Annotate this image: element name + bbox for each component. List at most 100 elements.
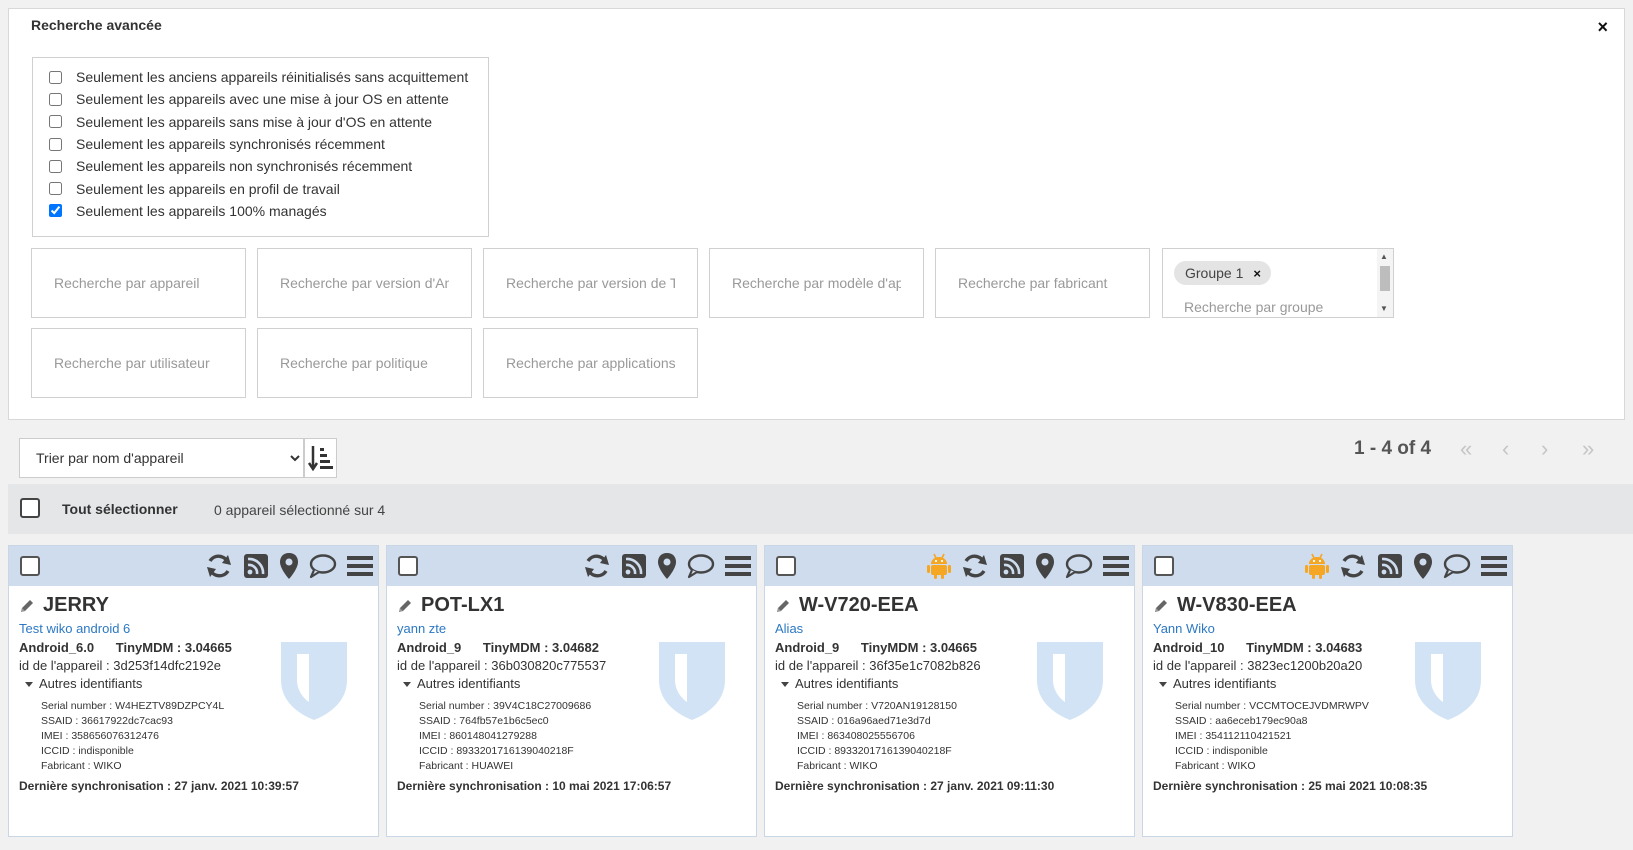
search-group-field[interactable]: Groupe 1 × ▲ ▼ xyxy=(1162,248,1394,318)
select-all-bar: Tout sélectionner 0 appareil sélectionné… xyxy=(8,484,1633,534)
device-title: W-V830-EEA xyxy=(1153,594,1297,617)
device-card: W-V720-EEA Alias Android_9 TinyMDM : 3.0… xyxy=(764,545,1135,837)
edit-pencil-icon[interactable] xyxy=(19,598,35,614)
imei: IMEI : 860148041279288 xyxy=(419,730,537,742)
filter-row-work-profile[interactable]: Seulement les appareils en profil de tra… xyxy=(49,177,488,199)
selection-count: 0 appareil sélectionné sur 4 xyxy=(214,502,386,518)
sync-icon[interactable] xyxy=(204,552,234,580)
other-identifiers-toggle[interactable]: Autres identifiants xyxy=(1157,676,1276,691)
device-name: JERRY xyxy=(43,594,109,616)
device-alias-link[interactable]: Alias xyxy=(775,621,803,636)
search-user-input[interactable] xyxy=(31,328,246,398)
device-id: id de l'appareil : 36b030820c775537 xyxy=(397,658,607,673)
group-chip: Groupe 1 × xyxy=(1174,261,1271,285)
edit-pencil-icon[interactable] xyxy=(1153,598,1169,614)
device-checkbox[interactable] xyxy=(1154,556,1174,576)
filter-row-no-os-update[interactable]: Seulement les appareils sans mise à jour… xyxy=(49,111,488,133)
sort-direction-button[interactable] xyxy=(304,438,337,478)
device-checkbox[interactable] xyxy=(398,556,418,576)
prev-page-icon[interactable]: ‹ xyxy=(1502,436,1509,462)
filter-checkbox-group: Seulement les anciens appareils réinitia… xyxy=(32,57,489,237)
ssaid: SSAID : 36617922dc7cac93 xyxy=(41,715,173,727)
filter-row-os-update-pending[interactable]: Seulement les appareils avec une mise à … xyxy=(49,88,488,110)
menu-icon[interactable] xyxy=(1102,552,1130,580)
next-page-icon[interactable]: › xyxy=(1541,436,1548,462)
device-title: POT-LX1 xyxy=(397,594,504,617)
other-identifiers-toggle[interactable]: Autres identifiants xyxy=(401,676,520,691)
search-model-input[interactable] xyxy=(709,248,924,318)
serial-number: Serial number : V720AN19128150 xyxy=(797,700,957,712)
select-all-checkbox[interactable] xyxy=(20,498,40,518)
feed-icon[interactable] xyxy=(998,552,1026,580)
edit-pencil-icon[interactable] xyxy=(397,598,413,614)
location-pin-icon[interactable] xyxy=(278,552,300,580)
android-icon xyxy=(927,553,951,579)
device-card: JERRY Test wiko android 6 Android_6.0 Ti… xyxy=(8,545,379,837)
message-icon[interactable] xyxy=(308,552,338,580)
shield-icon xyxy=(1037,642,1103,720)
sync-icon[interactable] xyxy=(1338,552,1368,580)
ssaid: SSAID : 016a96aed71e3d7d xyxy=(797,715,931,727)
last-page-icon[interactable]: » xyxy=(1582,436,1594,462)
remove-chip-icon[interactable]: × xyxy=(1253,266,1261,281)
filter-row-not-synced-recently[interactable]: Seulement les appareils non synchronisés… xyxy=(49,155,488,177)
search-manufacturer-input[interactable] xyxy=(935,248,1150,318)
menu-icon[interactable] xyxy=(346,552,374,580)
menu-icon[interactable] xyxy=(1480,552,1508,580)
sync-icon[interactable] xyxy=(960,552,990,580)
other-identifiers-toggle[interactable]: Autres identifiants xyxy=(23,676,142,691)
location-pin-icon[interactable] xyxy=(1412,552,1434,580)
sort-select[interactable]: Trier par nom d'appareil xyxy=(19,438,304,478)
scroll-up-icon[interactable]: ▲ xyxy=(1380,252,1388,262)
android-version: Android_9 xyxy=(397,640,462,655)
menu-icon[interactable] xyxy=(724,552,752,580)
scroll-down-icon[interactable]: ▼ xyxy=(1380,304,1388,314)
filter-row-synced-recently[interactable]: Seulement les appareils synchronisés réc… xyxy=(49,133,488,155)
filter-checkbox[interactable] xyxy=(49,182,62,196)
filter-checkbox[interactable] xyxy=(49,70,62,84)
feed-icon[interactable] xyxy=(242,552,270,580)
filter-label: Seulement les anciens appareils réinitia… xyxy=(76,69,469,86)
search-policy-input[interactable] xyxy=(257,328,472,398)
filter-row-reset-unacknowledged[interactable]: Seulement les anciens appareils réinitia… xyxy=(49,66,488,88)
device-alias-link[interactable]: Yann Wiko xyxy=(1153,621,1215,636)
first-page-icon[interactable]: « xyxy=(1460,436,1472,462)
device-card: W-V830-EEA Yann Wiko Android_10 TinyMDM … xyxy=(1142,545,1513,837)
imei: IMEI : 354112110421521 xyxy=(1175,730,1292,742)
select-all-label[interactable]: Tout sélectionner xyxy=(62,501,178,517)
filter-checkbox[interactable] xyxy=(49,115,62,129)
filter-label: Seulement les appareils synchronisés réc… xyxy=(76,136,385,153)
close-icon[interactable]: × xyxy=(1597,17,1608,37)
filter-checkbox[interactable] xyxy=(49,92,62,106)
scroll-thumb[interactable] xyxy=(1380,266,1390,291)
search-android-version-input[interactable] xyxy=(257,248,472,318)
device-id: id de l'appareil : 36f35e1c7082b826 xyxy=(775,658,981,673)
sync-icon[interactable] xyxy=(582,552,612,580)
device-checkbox[interactable] xyxy=(20,556,40,576)
message-icon[interactable] xyxy=(1064,552,1094,580)
device-alias-link[interactable]: yann zte xyxy=(397,621,446,636)
search-tinymdm-version-input[interactable] xyxy=(483,248,698,318)
location-pin-icon[interactable] xyxy=(1034,552,1056,580)
search-applications-input[interactable] xyxy=(483,328,698,398)
device-card-header xyxy=(765,546,1134,586)
device-checkbox[interactable] xyxy=(776,556,796,576)
feed-icon[interactable] xyxy=(1376,552,1404,580)
message-icon[interactable] xyxy=(1442,552,1472,580)
filter-checkbox[interactable] xyxy=(49,204,62,218)
device-version-line: Android_6.0 TinyMDM : 3.04665 xyxy=(19,640,232,655)
group-scrollbar[interactable]: ▲ ▼ xyxy=(1377,249,1393,317)
device-version-line: Android_9 TinyMDM : 3.04665 xyxy=(775,640,977,655)
message-icon[interactable] xyxy=(686,552,716,580)
search-device-input[interactable] xyxy=(31,248,246,318)
edit-pencil-icon[interactable] xyxy=(775,598,791,614)
feed-icon[interactable] xyxy=(620,552,648,580)
search-group-input[interactable] xyxy=(1184,299,1364,315)
filter-checkbox[interactable] xyxy=(49,159,62,173)
location-pin-icon[interactable] xyxy=(656,552,678,580)
advanced-search-title: Recherche avancée xyxy=(31,17,162,33)
filter-row-fully-managed[interactable]: Seulement les appareils 100% managés xyxy=(49,200,488,222)
device-alias-link[interactable]: Test wiko android 6 xyxy=(19,621,130,636)
filter-checkbox[interactable] xyxy=(49,137,62,151)
other-identifiers-toggle[interactable]: Autres identifiants xyxy=(779,676,898,691)
